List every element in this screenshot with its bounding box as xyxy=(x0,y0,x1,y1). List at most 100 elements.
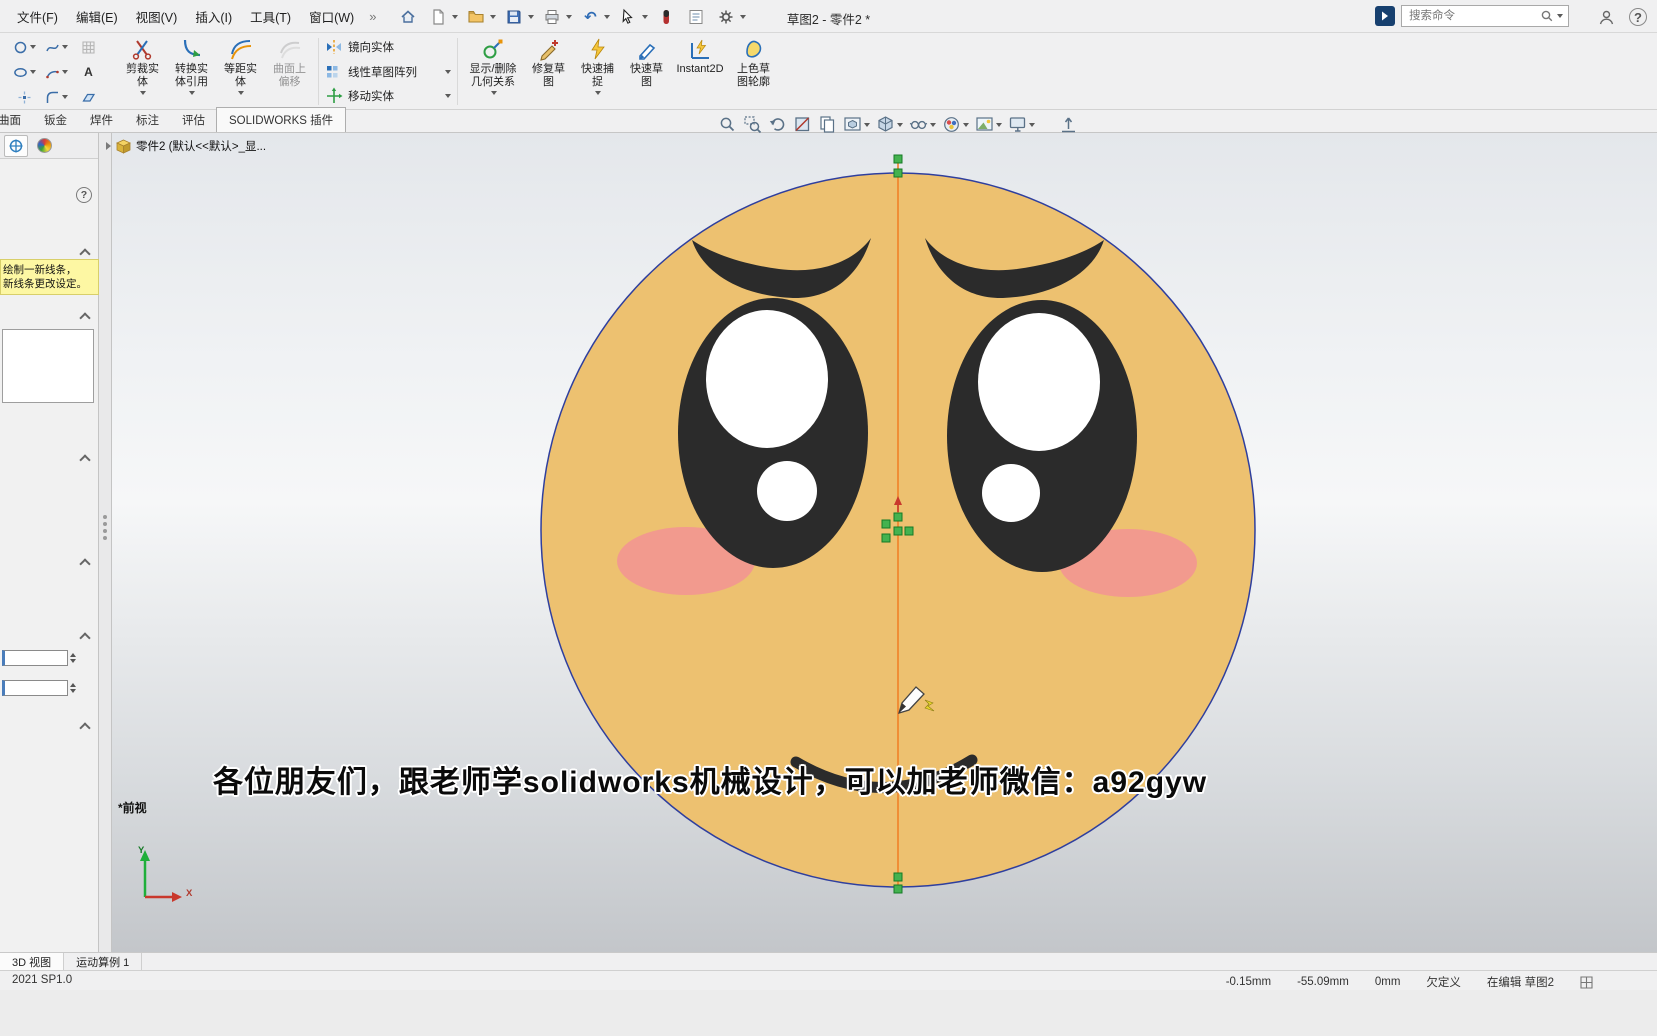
normal-axis-icon[interactable] xyxy=(1057,113,1080,136)
collapse-section-icon[interactable] xyxy=(79,722,91,734)
display-delete-relations-button[interactable]: 显示/删除 几何关系 xyxy=(462,33,524,110)
collapse-section-icon[interactable] xyxy=(79,558,91,570)
help-icon[interactable]: ? xyxy=(1629,8,1647,26)
view-settings-icon[interactable] xyxy=(1006,113,1037,136)
new-document-icon[interactable] xyxy=(426,4,450,30)
rapid-sketch-button[interactable]: 快速草图 xyxy=(622,33,671,110)
plane-tool-icon[interactable] xyxy=(74,86,103,108)
pages-icon[interactable] xyxy=(816,113,839,136)
offset-entities-button[interactable]: 等距实体 xyxy=(216,33,265,110)
tab-surfaces[interactable]: 曲面 xyxy=(0,108,33,132)
previous-view-icon[interactable] xyxy=(766,113,789,136)
edit-appearance-dropdown[interactable] xyxy=(963,122,969,127)
splitter-grip[interactable] xyxy=(103,515,107,540)
display-style-icon[interactable] xyxy=(874,113,905,136)
fillet-tool-icon[interactable] xyxy=(42,86,71,108)
menu-edit[interactable]: 编辑(E) xyxy=(67,0,127,35)
menu-window[interactable]: 窗口(W) xyxy=(300,0,363,35)
solidworks-resources-icon[interactable] xyxy=(654,4,678,30)
search-dropdown[interactable] xyxy=(1557,14,1563,18)
panel-splitter[interactable] xyxy=(99,133,112,952)
point-tool-icon[interactable] xyxy=(10,86,39,108)
pm-parameter-field-1[interactable] xyxy=(2,650,76,666)
left-eye-highlight[interactable] xyxy=(706,310,828,448)
menu-tools[interactable]: 工具(T) xyxy=(241,0,300,35)
tab-solidworks-addins[interactable]: SOLIDWORKS 插件 xyxy=(216,107,347,132)
right-eye-small-highlight[interactable] xyxy=(982,464,1040,522)
undo-icon[interactable]: ↶ xyxy=(578,4,602,30)
menu-pin-icon[interactable]: » xyxy=(363,9,382,24)
move-entities-dropdown[interactable] xyxy=(445,94,451,98)
search-icon[interactable] xyxy=(1540,9,1554,23)
edit-appearance-icon[interactable] xyxy=(940,113,971,136)
hide-show-dropdown[interactable] xyxy=(930,122,936,127)
ellipse-tool-icon[interactable] xyxy=(10,61,39,83)
menu-file[interactable]: 文件(F) xyxy=(8,0,67,35)
pm-help-icon[interactable]: ? xyxy=(76,187,92,203)
tree-expand-icon[interactable] xyxy=(106,142,111,150)
apply-scene-icon[interactable] xyxy=(973,113,1004,136)
hide-show-items-icon[interactable] xyxy=(907,113,938,136)
sketch-canvas[interactable] xyxy=(0,133,1657,952)
repair-sketch-button[interactable]: 修复草图 xyxy=(524,33,573,110)
tab-motion-study[interactable]: 运动算例 1 xyxy=(64,953,143,970)
linear-pattern-dropdown[interactable] xyxy=(445,69,451,74)
units-grid-icon[interactable] xyxy=(1580,975,1593,989)
spline-tool-icon[interactable] xyxy=(42,36,71,58)
shaded-sketch-contours-button[interactable]: 上色草 图轮廓 xyxy=(729,33,778,110)
zoom-fit-icon[interactable] xyxy=(716,113,739,136)
tab-sheet-metal[interactable]: 钣金 xyxy=(32,108,79,132)
tab-3d-view[interactable]: 3D 视图 xyxy=(0,953,65,970)
tab-evaluate[interactable]: 评估 xyxy=(170,108,217,132)
print-icon[interactable] xyxy=(540,4,564,30)
task-list-icon[interactable] xyxy=(684,4,708,30)
user-account-icon[interactable] xyxy=(1595,6,1617,28)
options-gear-icon[interactable] xyxy=(714,4,738,30)
text-tool-icon[interactable]: A xyxy=(74,61,103,83)
display-style-dropdown[interactable] xyxy=(897,122,903,127)
home-icon[interactable] xyxy=(396,4,420,30)
feature-tree-root[interactable]: 零件2 (默认<<默认>_显... xyxy=(106,138,266,154)
trim-entities-button[interactable]: 剪裁实体 xyxy=(118,33,167,110)
pm-appearance-tab[interactable] xyxy=(32,135,56,157)
open-document-icon[interactable] xyxy=(464,4,488,30)
collapse-section-icon[interactable] xyxy=(79,632,91,644)
collapse-section-icon[interactable] xyxy=(79,454,91,466)
grid-reference-icon[interactable] xyxy=(74,36,103,58)
mirror-entities-button[interactable]: 镜向实体 xyxy=(323,36,453,58)
view-orientation-dropdown[interactable] xyxy=(864,122,870,127)
left-eye-small-highlight[interactable] xyxy=(757,461,817,521)
arc-tool-icon[interactable] xyxy=(42,61,71,83)
spin-down-icon[interactable] xyxy=(70,659,76,663)
parameter-input[interactable] xyxy=(2,680,68,696)
pm-list-box[interactable] xyxy=(2,329,94,403)
tab-weldments[interactable]: 焊件 xyxy=(78,108,125,132)
convert-entities-button[interactable]: 转换实 体引用 xyxy=(167,33,216,110)
pm-parameter-field-2[interactable] xyxy=(2,680,76,696)
pm-properties-tab[interactable] xyxy=(4,134,28,157)
right-eye-highlight[interactable] xyxy=(978,313,1100,451)
parameter-input[interactable] xyxy=(2,650,68,666)
collapse-section-icon[interactable] xyxy=(79,248,91,260)
collapse-section-icon[interactable] xyxy=(79,312,91,324)
spin-up-icon[interactable] xyxy=(70,683,76,687)
quick-snaps-button[interactable]: 快速捕捉 xyxy=(573,33,622,110)
circle-tool-icon[interactable] xyxy=(10,36,39,58)
spin-down-icon[interactable] xyxy=(70,689,76,693)
view-settings-dropdown[interactable] xyxy=(1029,122,1035,127)
graphics-viewport[interactable] xyxy=(0,133,1657,952)
save-icon[interactable] xyxy=(502,4,526,30)
tab-annotations[interactable]: 标注 xyxy=(124,108,171,132)
select-arrow-icon[interactable] xyxy=(616,4,640,30)
menu-view[interactable]: 视图(V) xyxy=(127,0,187,35)
move-entities-button[interactable]: 移动实体 xyxy=(323,85,453,107)
apply-scene-dropdown[interactable] xyxy=(996,122,1002,127)
section-view-icon[interactable] xyxy=(791,113,814,136)
menu-insert[interactable]: 插入(I) xyxy=(186,0,241,35)
instant2d-button[interactable]: Instant2D xyxy=(671,33,729,110)
view-orientation-icon[interactable] xyxy=(841,113,872,136)
zoom-area-icon[interactable] xyxy=(741,113,764,136)
linear-sketch-pattern-button[interactable]: 线性草图阵列 xyxy=(323,61,453,83)
search-logo-icon[interactable] xyxy=(1375,6,1395,26)
spin-up-icon[interactable] xyxy=(70,653,76,657)
